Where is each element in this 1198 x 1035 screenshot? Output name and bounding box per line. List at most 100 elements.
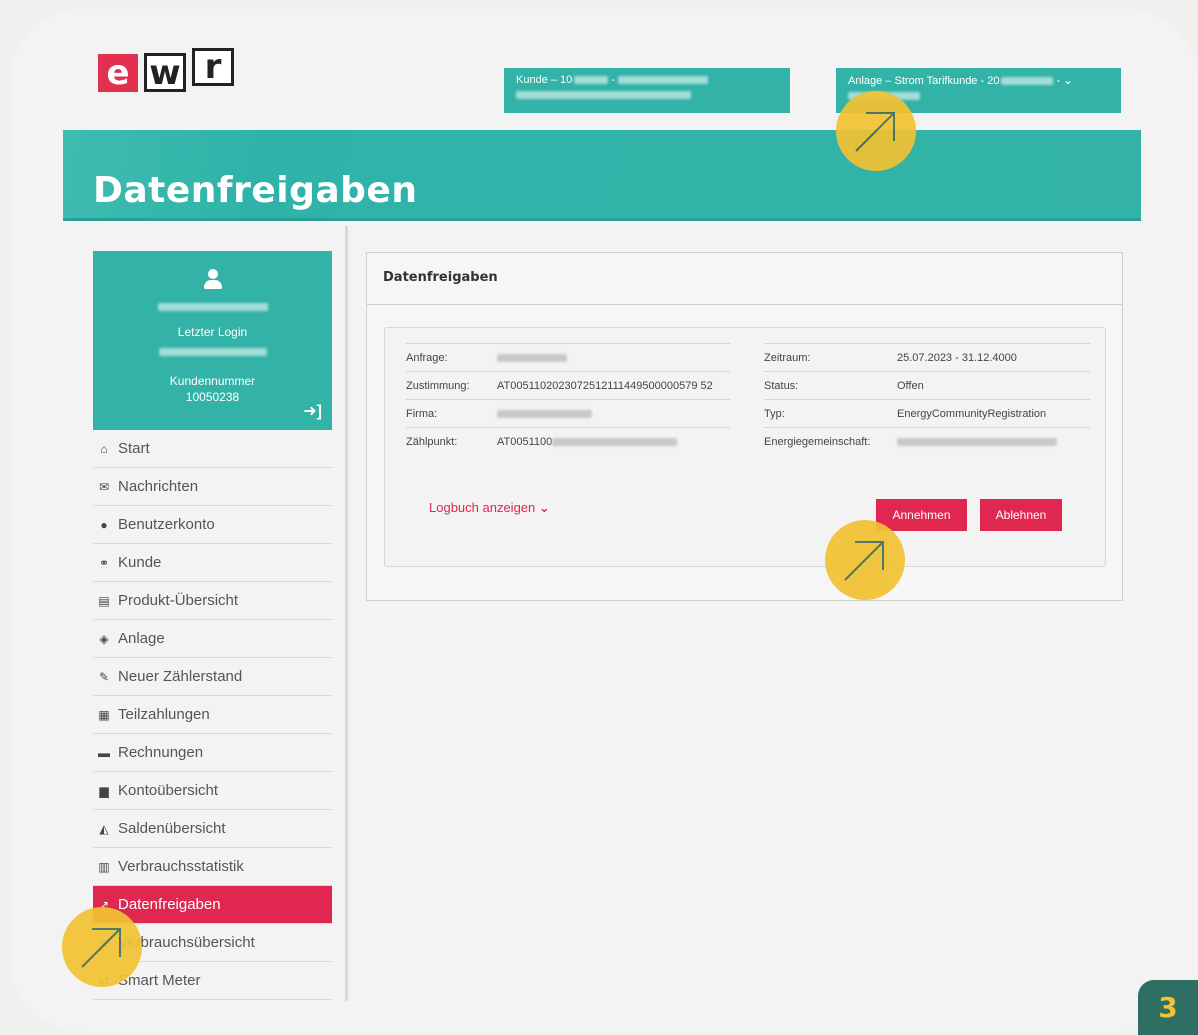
installation-selector-suffix: - bbox=[1053, 75, 1061, 87]
redacted-text bbox=[897, 437, 1057, 446]
file-icon: ▤ bbox=[98, 593, 110, 608]
highlight-arrow-icon bbox=[825, 520, 905, 600]
sidebar-divider bbox=[345, 226, 348, 1001]
detail-row: Typ: EnergyCommunityRegistration bbox=[764, 399, 1090, 427]
last-login-label: Letzter Login bbox=[177, 325, 248, 339]
sidebar-item-neuer-zählerstand[interactable]: ✎ Neuer Zählerstand bbox=[93, 658, 332, 696]
request-card: Anfrage: Zustimmung: AT0051102023072512111… bbox=[384, 327, 1106, 567]
redacted-text bbox=[516, 91, 691, 100]
detail-row: Energiegemeinschaft: bbox=[764, 427, 1090, 455]
customer-selector-label: Kunde – 10 bbox=[516, 74, 573, 86]
page-banner: Datenfreigaben bbox=[63, 130, 1141, 221]
last-login-value bbox=[93, 344, 332, 358]
redacted-text bbox=[157, 302, 268, 311]
show-logbook-link[interactable]: Logbuch anzeigen ⌄ bbox=[429, 500, 550, 516]
sidebar-item-label: Saldenübersicht bbox=[118, 820, 226, 837]
sidebar: Letzter Login Kundennummer 10050238 ➜] ⌂… bbox=[93, 251, 332, 1000]
sidebar-item-label: Rechnungen bbox=[118, 744, 204, 761]
detail-value: EnergyCommunityRegistration bbox=[897, 407, 1047, 420]
user-avatar-icon bbox=[204, 269, 222, 289]
redacted-text bbox=[618, 76, 709, 85]
redacted-text bbox=[497, 409, 592, 418]
redacted-text bbox=[1001, 77, 1054, 86]
cube-icon: ◈ bbox=[99, 631, 109, 646]
bar-chart-icon: ▥ bbox=[98, 859, 110, 874]
reject-button[interactable]: Ablehnen bbox=[980, 499, 1062, 531]
user-icon: ● bbox=[100, 517, 108, 532]
detail-label: Status: bbox=[764, 379, 799, 392]
detail-row: Zeitraum: 25.07.2023 - 31.12.4000 bbox=[764, 343, 1090, 371]
sidebar-item-label: Teilzahlungen bbox=[118, 706, 210, 723]
detail-row: Status: Offen bbox=[764, 371, 1090, 399]
sidebar-item-label: Verbrauchsstatistik bbox=[118, 858, 244, 875]
page-title: Datenfreigaben bbox=[93, 170, 418, 211]
sidebar-item-label: Anlage bbox=[118, 630, 165, 647]
chevron-down-icon: ⌄ bbox=[1063, 75, 1073, 87]
detail-row: Firma: bbox=[406, 399, 730, 427]
sidebar-item-start[interactable]: ⌂ Start bbox=[93, 430, 332, 468]
money-icon: ▬ bbox=[98, 745, 110, 760]
book-icon: ▆ bbox=[99, 783, 109, 798]
detail-label: Zeitraum: bbox=[764, 351, 811, 364]
sidebar-item-saldenübersicht[interactable]: ◭ Saldenübersicht bbox=[93, 810, 332, 848]
sidebar-item-anlage[interactable]: ◈ Anlage bbox=[93, 620, 332, 658]
customer-selector[interactable]: Kunde – 10 - bbox=[504, 68, 790, 113]
detail-value: 25.07.2023 - 31.12.4000 bbox=[897, 351, 1017, 364]
detail-label: Anfrage: bbox=[406, 351, 448, 364]
sidebar-item-label: Start bbox=[118, 440, 150, 457]
logo-letter-e: e bbox=[98, 54, 138, 92]
sidebar-item-rechnungen[interactable]: ▬ Rechnungen bbox=[93, 734, 332, 772]
detail-value: AT0051102023072512111449500000579 52 bbox=[497, 379, 713, 392]
link-icon: ⚭ bbox=[98, 555, 110, 570]
highlight-arrow-icon bbox=[836, 91, 916, 171]
detail-label: Zustimmung: bbox=[406, 379, 470, 392]
detail-row: Anfrage: bbox=[406, 343, 730, 371]
request-details-right: Zeitraum: 25.07.2023 - 31.12.4000 Status: O… bbox=[764, 343, 1090, 455]
logo-letter-w: w bbox=[144, 53, 186, 93]
user-card: Letzter Login Kundennummer 10050238 ➜] bbox=[93, 251, 332, 430]
ewr-logo[interactable]: e w r bbox=[98, 47, 234, 93]
sidebar-item-produkt-übersicht[interactable]: ▤ Produkt-Übersicht bbox=[93, 582, 332, 620]
redacted-text bbox=[552, 437, 678, 446]
highlight-arrow-icon bbox=[62, 907, 142, 987]
redacted-text bbox=[574, 76, 609, 85]
user-name bbox=[93, 299, 332, 313]
detail-value: AT0051100 bbox=[497, 435, 553, 448]
detail-label: Energiegemeinschaft: bbox=[764, 435, 871, 448]
envelope-icon: ✉ bbox=[98, 479, 110, 494]
sidebar-item-label: Kontoübersicht bbox=[118, 782, 219, 799]
detail-label: Zählpunkt: bbox=[406, 435, 458, 448]
sidebar-item-kontoübersicht[interactable]: ▆ Kontoübersicht bbox=[93, 772, 332, 810]
sidebar-item-label: Kunde bbox=[118, 554, 162, 571]
area-chart-icon: ◭ bbox=[99, 821, 109, 836]
sidebar-item-label: Neuer Zählerstand bbox=[118, 668, 243, 685]
data-release-panel: Datenfreigaben Anfrage: Zustimmung: AT0051… bbox=[366, 252, 1123, 601]
request-details-left: Anfrage: Zustimmung: AT0051102023072512111… bbox=[406, 343, 730, 455]
redacted-text bbox=[158, 347, 267, 356]
sidebar-item-verbrauchsstatistik[interactable]: ▥ Verbrauchsstatistik bbox=[93, 848, 332, 886]
pencil-icon: ✎ bbox=[98, 669, 110, 684]
sidebar-item-kunde[interactable]: ⚭ Kunde bbox=[93, 544, 332, 582]
sidebar-item-nachrichten[interactable]: ✉ Nachrichten bbox=[93, 468, 332, 506]
sidebar-item-label: Produkt-Übersicht bbox=[118, 592, 239, 609]
customer-number-label: Kundennummer bbox=[169, 374, 256, 388]
calculator-icon: ▦ bbox=[98, 707, 110, 722]
sidebar-item-label: Benutzerkonto bbox=[118, 516, 215, 533]
installation-selector-label: Anlage – Strom Tarifkunde - 20 bbox=[848, 75, 1000, 87]
sidebar-item-teilzahlungen[interactable]: ▦ Teilzahlungen bbox=[93, 696, 332, 734]
screenshot-card: e w r Kunde – 10 - Anlage – Strom Tarifk… bbox=[10, 9, 1198, 1032]
logout-icon[interactable]: ➜] bbox=[303, 401, 322, 421]
sidebar-item-label: Nachrichten bbox=[118, 478, 199, 495]
home-icon: ⌂ bbox=[100, 441, 108, 456]
detail-value: Offen bbox=[897, 379, 924, 392]
detail-row: Zustimmung: AT005110202307251211144950000… bbox=[406, 371, 730, 399]
page-number-badge: 3 bbox=[1138, 980, 1198, 1035]
customer-number: 10050238 bbox=[185, 390, 240, 404]
logo-letter-r: r bbox=[192, 47, 234, 87]
detail-label: Firma: bbox=[406, 407, 438, 420]
redacted-text bbox=[497, 353, 567, 362]
panel-title: Datenfreigaben bbox=[367, 253, 1122, 305]
sidebar-item-benutzerkonto[interactable]: ● Benutzerkonto bbox=[93, 506, 332, 544]
show-logbook-label: Logbuch anzeigen bbox=[429, 500, 536, 515]
detail-row: Zählpunkt: AT0051100 bbox=[406, 427, 730, 455]
